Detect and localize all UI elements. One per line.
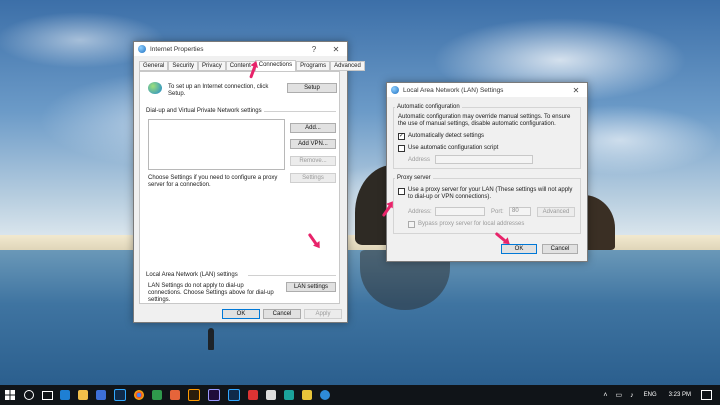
task-view-button[interactable] bbox=[38, 385, 56, 405]
app-icon-orange[interactable] bbox=[170, 390, 180, 400]
internet-globe-icon bbox=[138, 45, 146, 53]
tab-general[interactable]: General bbox=[139, 61, 169, 71]
remove-button[interactable]: Remove... bbox=[290, 156, 336, 166]
chrome-icon[interactable] bbox=[134, 390, 144, 400]
lan-titlebar: Local Area Network (LAN) Settings ✕ bbox=[387, 83, 587, 97]
internet-explorer-icon[interactable] bbox=[320, 390, 330, 400]
tab-advanced[interactable]: Advanced bbox=[330, 61, 365, 71]
close-button[interactable]: ✕ bbox=[325, 42, 347, 56]
window-titlebar: Internet Properties ? ✕ bbox=[134, 42, 347, 56]
connection-setup-icon bbox=[148, 82, 162, 94]
dialup-connections-list[interactable] bbox=[148, 119, 285, 170]
script-address-field[interactable] bbox=[435, 155, 533, 164]
dialup-settings-button[interactable]: Settings bbox=[290, 173, 336, 183]
use-proxy-label: Use a proxy server for your LAN (These s… bbox=[408, 187, 573, 200]
apply-button[interactable]: Apply bbox=[304, 309, 342, 319]
help-button[interactable]: ? bbox=[303, 42, 325, 56]
desktop-wallpaper bbox=[0, 0, 720, 385]
setup-button[interactable]: Setup bbox=[287, 83, 337, 93]
lan-settings-text: LAN Settings do not apply to dial-up con… bbox=[148, 283, 274, 303]
proxy-address-field[interactable] bbox=[435, 207, 485, 216]
windows-logo-icon bbox=[5, 390, 15, 400]
lan-settings-window: Local Area Network (LAN) Settings ✕ Auto… bbox=[386, 82, 588, 262]
person-silhouette bbox=[208, 328, 214, 350]
advanced-button[interactable]: Advanced bbox=[537, 207, 575, 217]
auto-script-checkbox[interactable] bbox=[398, 145, 405, 152]
file-explorer-icon[interactable] bbox=[78, 390, 88, 400]
add-button[interactable]: Add... bbox=[290, 123, 336, 133]
cancel-button[interactable]: Cancel bbox=[263, 309, 301, 319]
tab-security[interactable]: Security bbox=[168, 61, 199, 71]
tab-programs[interactable]: Programs bbox=[296, 61, 331, 71]
lan-window-title: Local Area Network (LAN) Settings bbox=[403, 86, 504, 94]
bypass-label: Bypass proxy server for local addresses bbox=[418, 221, 525, 227]
proxy-label: Proxy server bbox=[395, 175, 433, 181]
auto-detect-label: Automatically detect settings bbox=[408, 133, 485, 139]
tray-up-arrow-icon[interactable]: ˄ bbox=[603, 392, 607, 399]
setup-text: To set up an Internet connection, click … bbox=[168, 84, 269, 97]
notification-icon[interactable] bbox=[701, 390, 712, 400]
window-title: Internet Properties bbox=[150, 45, 204, 53]
internet-properties-window: Internet Properties ? ✕ General Security… bbox=[133, 41, 365, 323]
premiere-icon[interactable] bbox=[208, 389, 220, 401]
proxy-settings-text: Choose Settings if you need to configure… bbox=[148, 175, 278, 188]
tab-connections[interactable]: Connections bbox=[254, 60, 297, 71]
start-button[interactable] bbox=[0, 385, 20, 405]
task-view-icon bbox=[41, 390, 53, 400]
edge-app-icon[interactable] bbox=[60, 390, 70, 400]
internet-globe-icon bbox=[391, 86, 399, 94]
port-field[interactable]: 80 bbox=[509, 207, 531, 216]
auto-script-label: Use automatic configuration script bbox=[408, 145, 499, 151]
lan-divider bbox=[248, 275, 336, 276]
auto-config-text: Automatic configuration may override man… bbox=[398, 114, 571, 127]
add-vpn-button[interactable]: Add VPN... bbox=[290, 139, 336, 149]
proxy-address-label: Address: bbox=[408, 209, 432, 215]
auto-detect-checkbox[interactable]: ✓ bbox=[398, 133, 405, 140]
network-icon[interactable]: ▭ bbox=[616, 391, 623, 399]
volume-icon[interactable]: ♪ bbox=[630, 392, 634, 399]
app-icon-yellow[interactable] bbox=[302, 390, 312, 400]
app-icon-red[interactable] bbox=[248, 390, 258, 400]
taskbar-clock[interactable]: 3:23 PM bbox=[669, 392, 691, 398]
dialup-divider bbox=[264, 111, 336, 112]
search-button[interactable] bbox=[20, 385, 38, 405]
taskbar: ˄ ▭ ♪ ENG 3:23 PM bbox=[0, 385, 720, 405]
lan-close-button[interactable]: ✕ bbox=[565, 83, 587, 97]
lan-cancel-button[interactable]: Cancel bbox=[542, 244, 578, 254]
ok-button[interactable]: OK bbox=[222, 309, 260, 319]
app-icon-white[interactable] bbox=[266, 390, 276, 400]
app-icon-green[interactable] bbox=[152, 390, 162, 400]
photoshop-icon[interactable] bbox=[114, 389, 126, 401]
illustrator-icon[interactable] bbox=[188, 389, 200, 401]
tab-panel: To set up an Internet connection, click … bbox=[139, 71, 340, 304]
store-app-icon[interactable] bbox=[96, 390, 106, 400]
script-address-label: Address bbox=[408, 157, 431, 163]
use-proxy-checkbox[interactable] bbox=[398, 188, 405, 195]
tab-privacy[interactable]: Privacy bbox=[198, 61, 226, 71]
cortana-circle-icon bbox=[24, 390, 34, 400]
port-label: Port: bbox=[491, 209, 504, 215]
photoshop-icon-2[interactable] bbox=[228, 389, 240, 401]
auto-config-label: Automatic configuration bbox=[395, 104, 462, 110]
lan-settings-button[interactable]: LAN settings bbox=[286, 282, 336, 292]
language-indicator[interactable]: ENG bbox=[644, 392, 657, 398]
app-icon-teal[interactable] bbox=[284, 390, 294, 400]
bypass-checkbox[interactable] bbox=[408, 221, 415, 228]
